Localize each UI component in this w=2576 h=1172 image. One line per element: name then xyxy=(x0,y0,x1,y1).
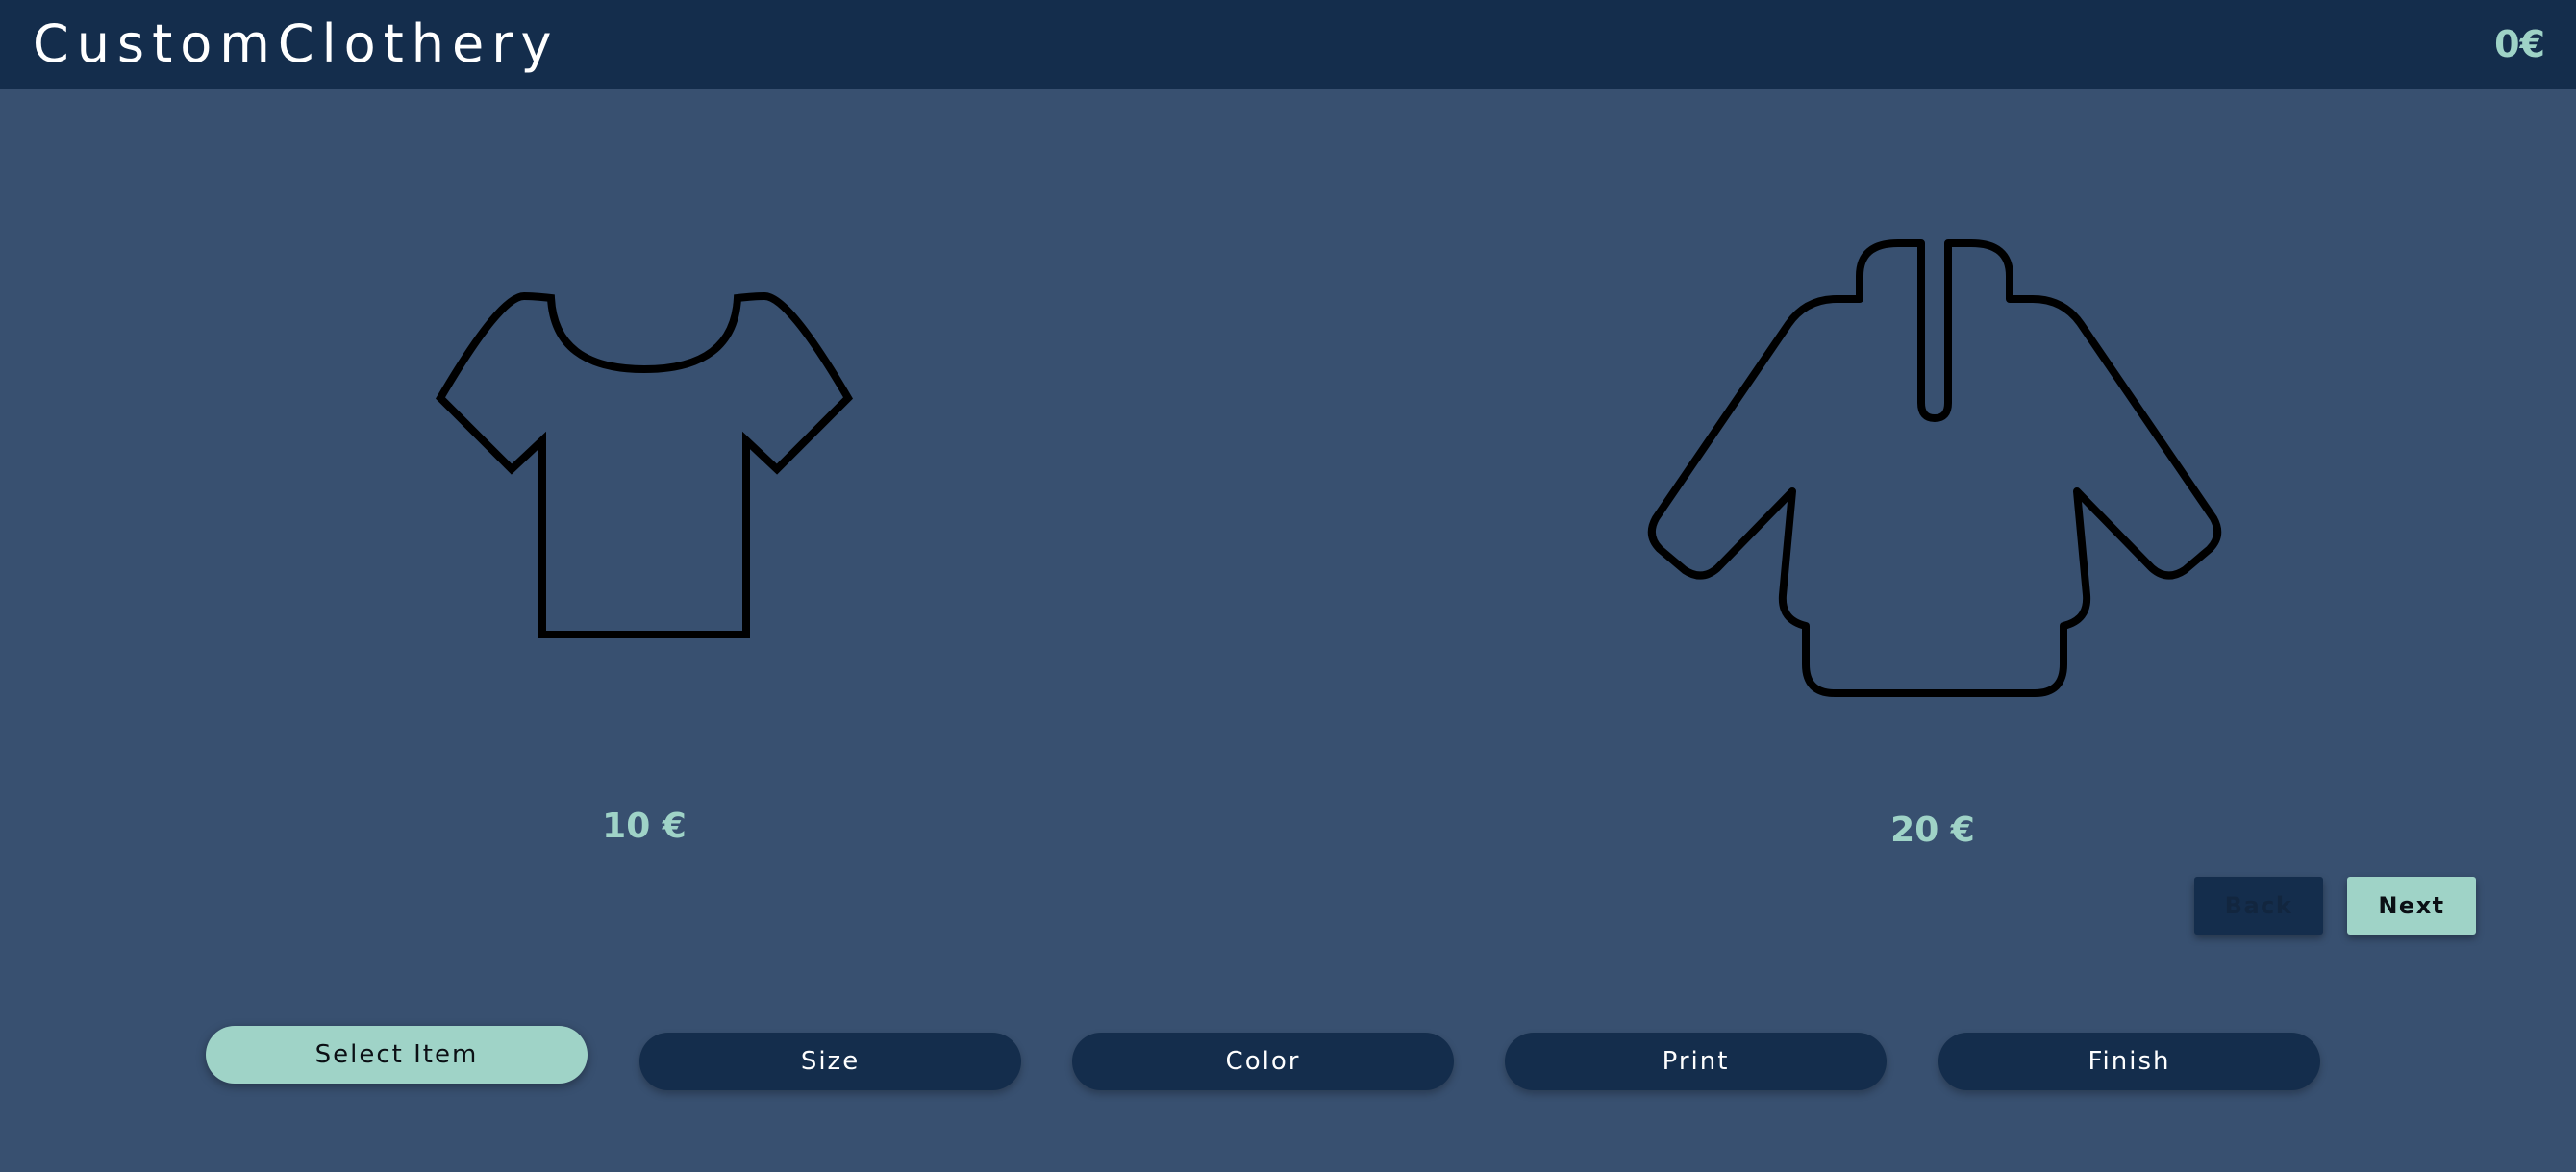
back-button[interactable]: Back xyxy=(2194,877,2323,935)
top-bar: CustomClothery 0€ xyxy=(0,0,2576,89)
step-print[interactable]: Print xyxy=(1505,1033,1887,1090)
hoodie-icon xyxy=(1647,239,2222,697)
item-price-tshirt: 10 € xyxy=(602,807,687,846)
item-hoodie[interactable] xyxy=(1642,236,2227,703)
step-color[interactable]: Color xyxy=(1072,1033,1454,1090)
brand-logo-text[interactable]: CustomClothery xyxy=(33,13,559,75)
step-select-item[interactable]: Select Item xyxy=(206,1026,588,1084)
step-finish[interactable]: Finish xyxy=(1938,1033,2320,1090)
cart-total[interactable]: 0€ xyxy=(2494,21,2545,67)
item-price-hoodie: 20 € xyxy=(1890,810,1975,850)
tshirt-icon xyxy=(435,291,854,638)
next-button[interactable]: Next xyxy=(2347,877,2476,935)
item-tshirt[interactable] xyxy=(433,285,854,646)
step-size[interactable]: Size xyxy=(639,1033,1021,1090)
